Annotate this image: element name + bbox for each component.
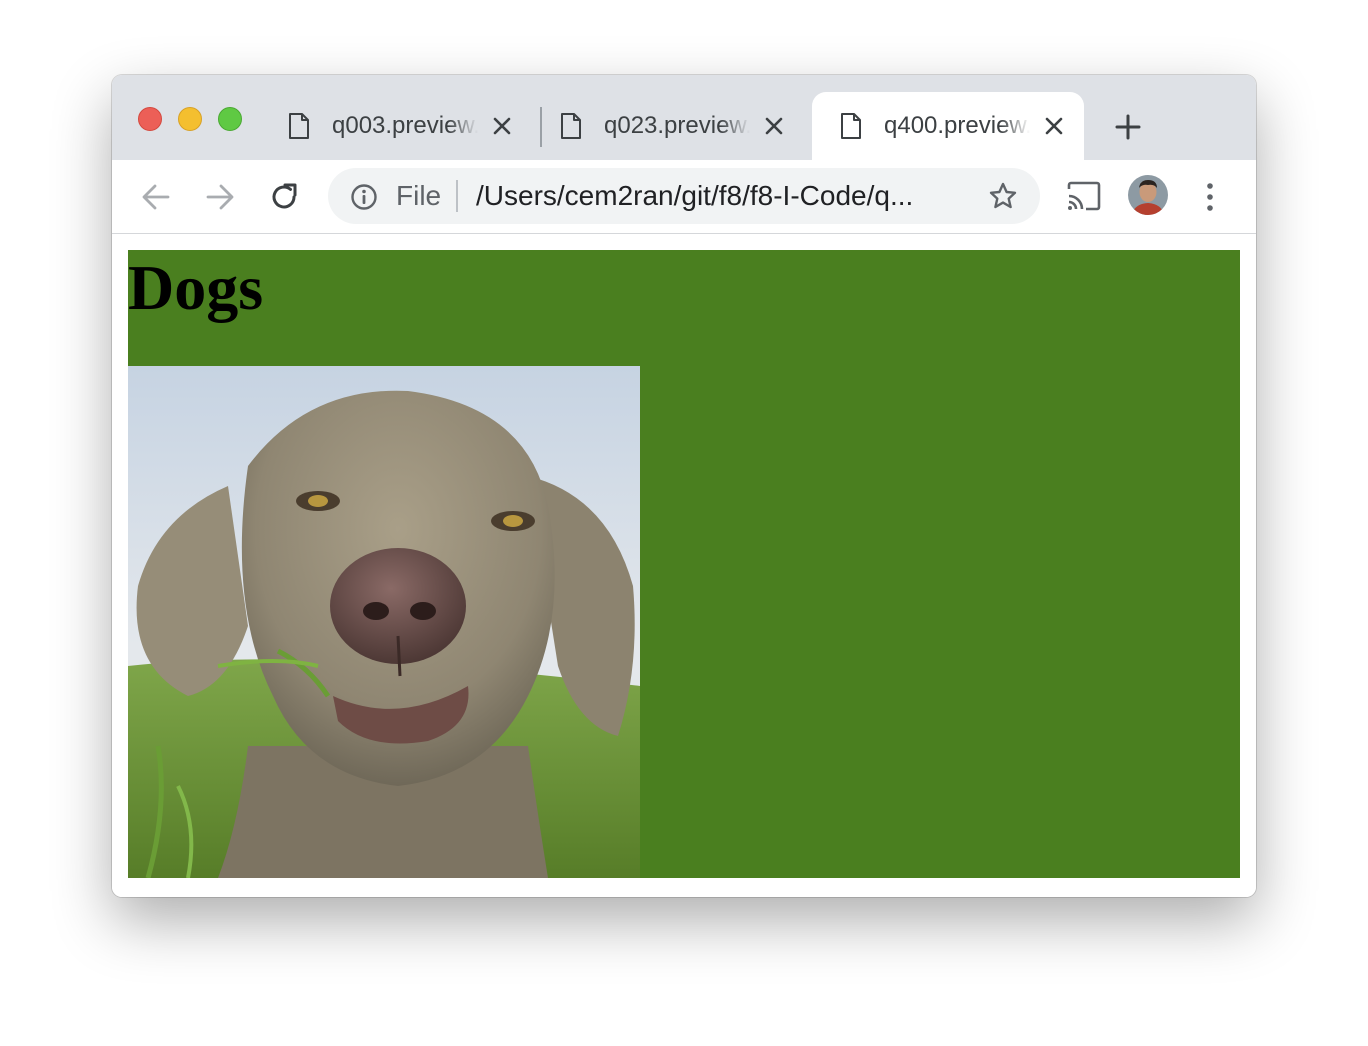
scheme-label: File [396, 180, 442, 211]
tab-q023[interactable]: q023.preview.html [544, 92, 808, 160]
tab-title: q400.preview.html [884, 112, 1030, 139]
forward-arrow-icon[interactable] [204, 181, 236, 213]
new-tab-plus-icon[interactable] [1114, 113, 1142, 141]
tab-title: q003.preview.html [332, 112, 478, 139]
dog-image [128, 366, 640, 878]
page-body: Dogs [128, 250, 1240, 878]
close-icon[interactable] [1044, 116, 1064, 136]
tab-q400[interactable]: q400.preview.html [812, 92, 1084, 160]
file-icon [561, 113, 581, 139]
file-icon [289, 113, 309, 139]
tab-q003[interactable]: q003.preview.html [272, 92, 536, 160]
browser-window: q003.preview.html q023.preview.html q400… [112, 75, 1256, 897]
tab-strip: q003.preview.html q023.preview.html q400… [112, 75, 1256, 160]
file-icon [841, 113, 861, 139]
page-viewport: Dogs [112, 234, 1256, 897]
cast-icon[interactable] [1066, 180, 1102, 212]
back-arrow-icon[interactable] [140, 181, 172, 213]
info-icon[interactable] [350, 183, 378, 211]
bookmark-star-icon[interactable] [988, 181, 1018, 211]
window-minimize-button[interactable] [178, 107, 202, 131]
avatar[interactable] [1128, 175, 1168, 215]
url-text[interactable]: /Users/cem2ran/git/f8/f8-I-Code/q... [476, 181, 976, 211]
omnibox-separator [456, 180, 458, 212]
profile-avatar-icon [1128, 175, 1168, 215]
reload-icon[interactable] [268, 181, 300, 213]
more-menu-icon[interactable] [1202, 180, 1218, 214]
close-icon[interactable] [764, 116, 784, 136]
window-close-button[interactable] [138, 107, 162, 131]
window-maximize-button[interactable] [218, 107, 242, 131]
dog-photo [128, 366, 640, 878]
close-icon[interactable] [492, 116, 512, 136]
page-title: Dogs [128, 252, 264, 323]
address-bar[interactable]: File /Users/cem2ran/git/f8/f8-I-Code/q..… [328, 168, 1040, 224]
tab-title: q023.preview.html [604, 112, 750, 139]
browser-toolbar: File /Users/cem2ran/git/f8/f8-I-Code/q..… [112, 160, 1256, 234]
tab-separator [540, 107, 542, 147]
